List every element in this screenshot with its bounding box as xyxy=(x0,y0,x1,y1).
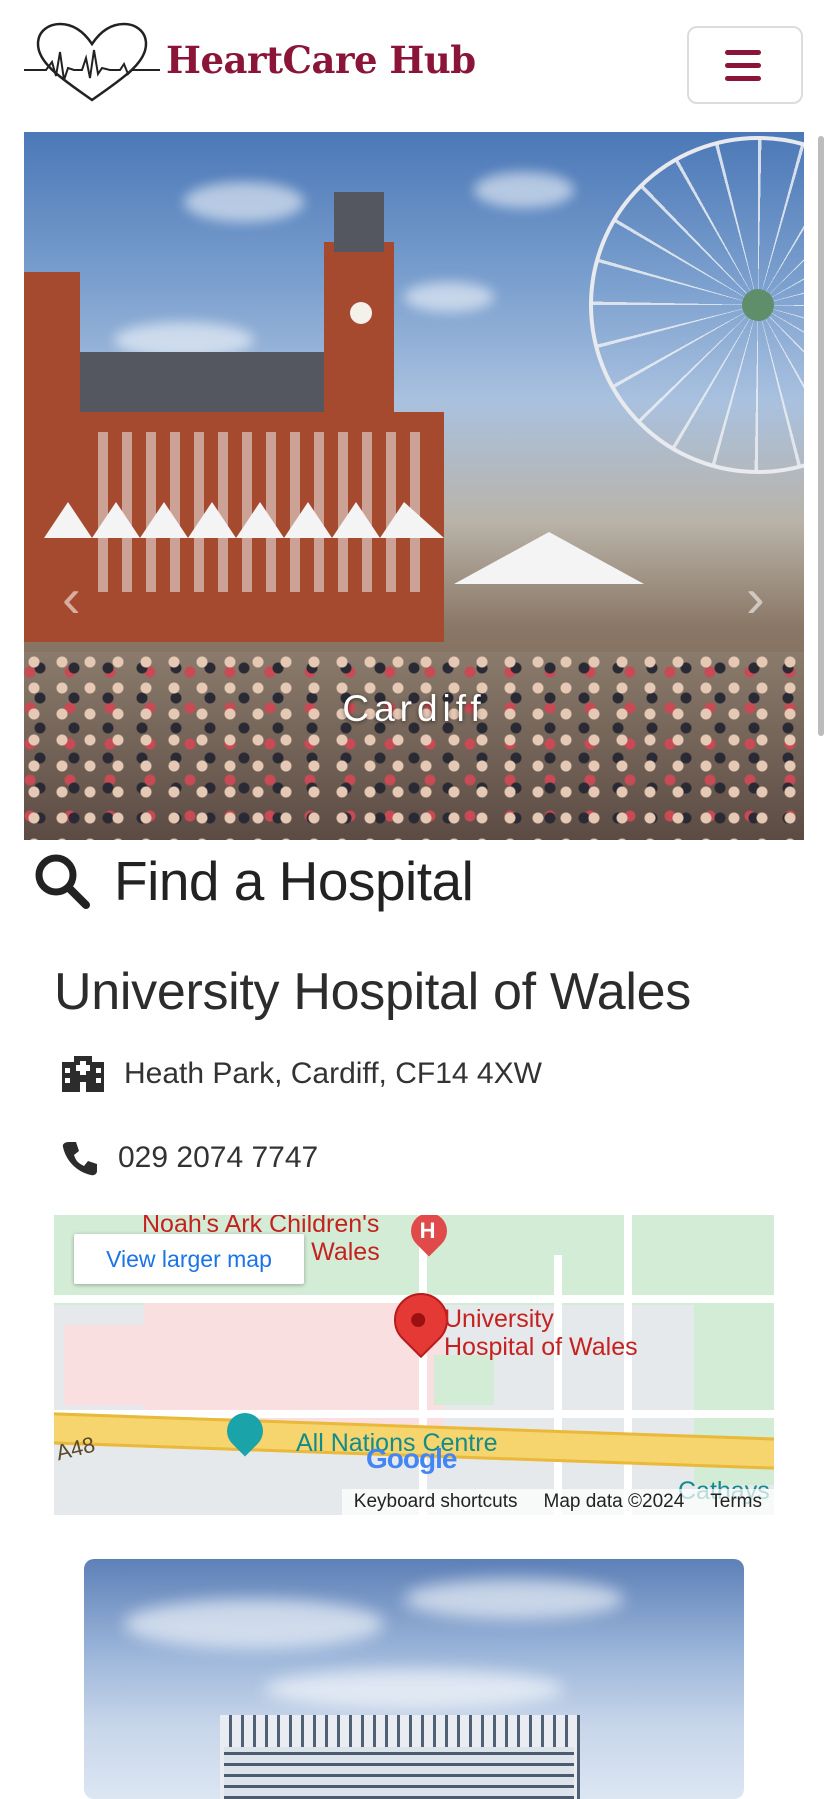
keyboard-shortcuts-link[interactable]: Keyboard shortcuts xyxy=(354,1491,518,1513)
map-footer: Keyboard shortcuts Map data ©2024 Terms xyxy=(341,1489,774,1515)
google-logo: Google xyxy=(366,1443,457,1474)
hospital-address: Heath Park, Cardiff, CF14 4XW xyxy=(62,1056,542,1092)
site-header: HeartCare Hub xyxy=(0,0,828,132)
view-larger-map-link[interactable]: View larger map xyxy=(74,1234,304,1284)
hamburger-menu-icon xyxy=(725,50,761,55)
page-title: Find a Hospital xyxy=(114,850,474,912)
embedded-map[interactable]: A48 Noah's Ark Children's or Wales H Uni… xyxy=(54,1215,774,1515)
map-label-uhw: University Hospital of Wales xyxy=(444,1305,638,1361)
phone-number[interactable]: 029 2074 7747 xyxy=(118,1141,318,1175)
scrollbar[interactable] xyxy=(818,136,824,736)
map-data-text: Map data ©2024 xyxy=(543,1491,685,1512)
heart-ecg-icon xyxy=(24,22,160,102)
hero-carousel: ‹ › Cardiff xyxy=(24,132,804,840)
hospital-building-icon xyxy=(62,1056,104,1092)
logo[interactable] xyxy=(24,22,160,104)
carousel-caption: Cardiff xyxy=(342,688,486,729)
find-hospital-heading: Find a Hospital xyxy=(32,850,474,912)
brand-name[interactable]: HeartCare Hub xyxy=(166,38,476,82)
menu-toggle-button[interactable] xyxy=(687,26,803,104)
ferris-wheel xyxy=(589,136,804,474)
hospital-name: University Hospital of Wales xyxy=(54,963,691,1021)
hospital-phone[interactable]: 029 2074 7747 xyxy=(62,1140,318,1176)
search-icon xyxy=(35,854,90,909)
hospital-photo xyxy=(84,1559,744,1799)
terms-link[interactable]: Terms xyxy=(710,1491,762,1513)
phone-icon xyxy=(62,1142,97,1176)
crowd xyxy=(24,652,804,840)
address-text: Heath Park, Cardiff, CF14 4XW xyxy=(124,1057,542,1090)
chevron-right-icon[interactable]: › xyxy=(746,568,776,628)
chevron-left-icon[interactable]: ‹ xyxy=(62,568,92,628)
